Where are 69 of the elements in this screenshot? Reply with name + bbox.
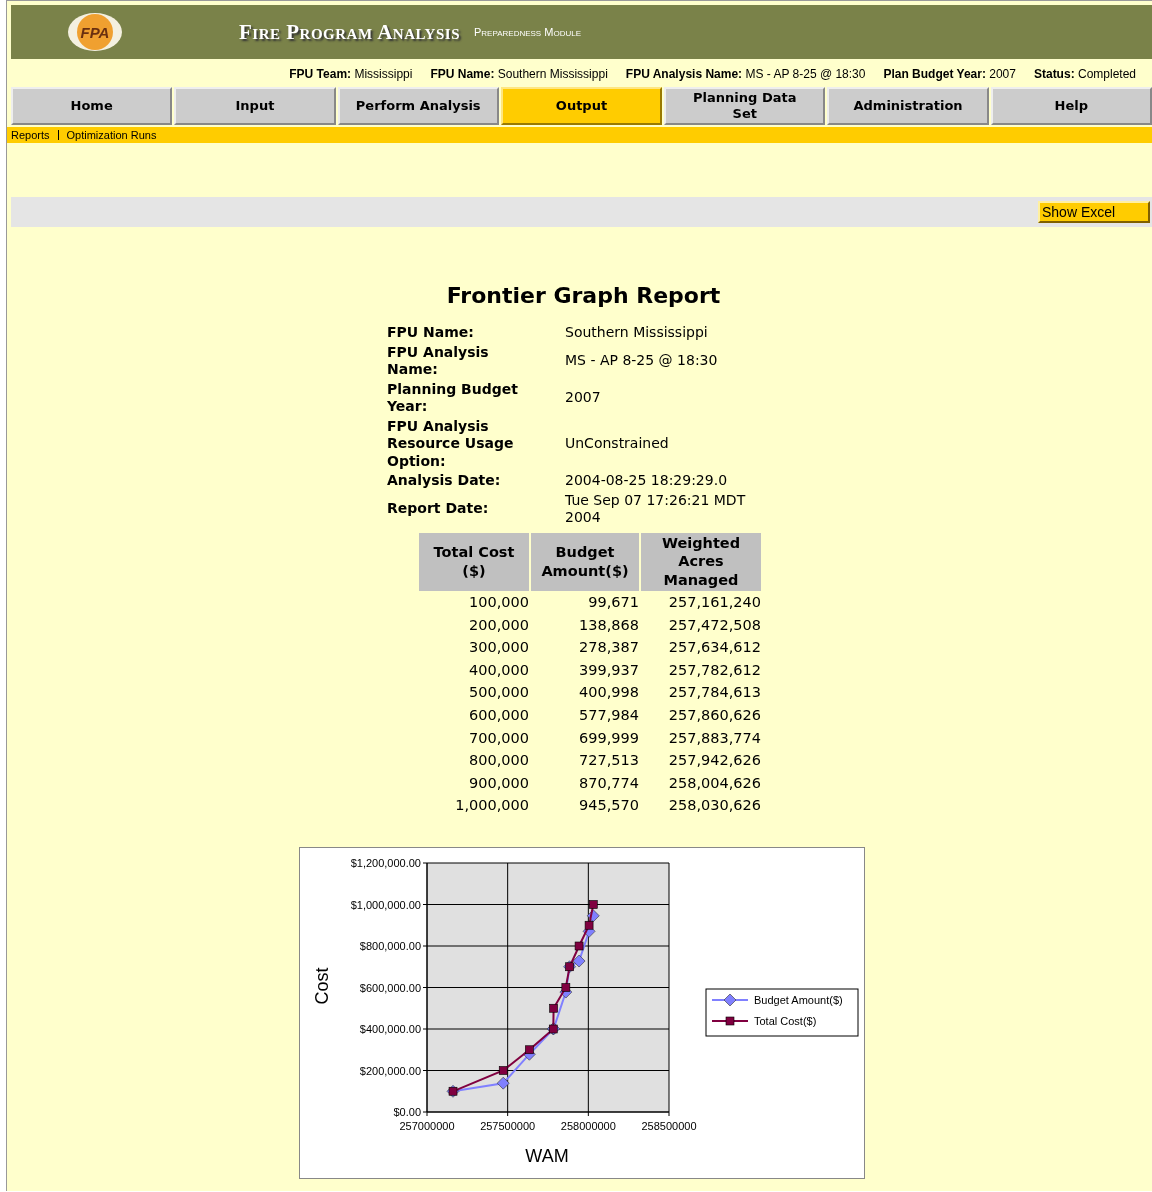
- y-tick-label: $400,000.00: [359, 1022, 421, 1035]
- x-tick-label: 257000000: [399, 1119, 455, 1132]
- detail-value: 2004-08-25 18:29:29.0: [565, 472, 729, 490]
- table-cell-text: 257,784,613: [667, 683, 761, 703]
- table-cell-text: 945,570: [578, 796, 639, 816]
- table-cell-text: 100,000: [468, 593, 529, 613]
- x-tick-label: 258500000: [641, 1119, 697, 1132]
- table-cell-text: 258,030,626: [667, 796, 761, 816]
- detail-label: FPU Analysis Name:: [387, 343, 490, 379]
- table-cell-text: 257,942,626: [667, 751, 761, 771]
- detail-label: Analysis Date:: [387, 472, 502, 490]
- table-cell-text: 700,000: [468, 728, 529, 748]
- info-field: Status: Completed: [1033, 67, 1136, 81]
- table-cell-text: 257,472,508: [667, 615, 761, 635]
- table-cell-text: 577,984: [578, 706, 639, 725]
- detail-label: Report Date:: [387, 500, 490, 518]
- detail-value: Southern Mississippi: [565, 324, 709, 342]
- detail-value: 2007: [565, 389, 602, 407]
- table-cell-text: 500,000: [468, 683, 529, 703]
- table-cell-text: 400,000: [468, 660, 529, 680]
- table-cell-text: 1,000,000: [454, 796, 529, 816]
- table-cell-text: 257,634,612: [667, 638, 761, 658]
- info-field: Plan Budget Year: 2007: [883, 67, 1016, 81]
- table-cell-text: 278,387: [578, 638, 639, 658]
- legend-label: Budget Amount($): [754, 993, 843, 1006]
- x-tick-label: 258000000: [560, 1119, 616, 1132]
- table-cell-text: 399,937: [578, 660, 639, 680]
- y-axis-title: Cost: [312, 967, 332, 1005]
- table-cell-text: 257,883,774: [667, 728, 761, 748]
- column-header: Weighted Acres Managed: [641, 532, 761, 592]
- table-cell-text: 138,868: [578, 615, 639, 635]
- x-tick-label: 257500000: [480, 1119, 536, 1132]
- table-cell-text: 257,860,626: [667, 706, 761, 725]
- table-cell-text: 900,000: [468, 773, 529, 793]
- detail-value: UnConstrained: [565, 435, 670, 453]
- table-cell-text: 727,513: [578, 751, 639, 771]
- y-tick-label: $800,000.00: [359, 939, 421, 952]
- detail-label: FPU Analysis Resource Usage Option:: [387, 417, 515, 470]
- info-field: FPU Name: Southern Mississippi: [430, 67, 608, 81]
- table-cell-text: 800,000: [468, 751, 529, 771]
- table-cell-text: 699,999: [578, 728, 639, 748]
- detail-label: FPU Name:: [387, 324, 475, 342]
- table-cell-text: 200,000: [468, 615, 529, 635]
- y-tick-label: $0.00: [393, 1105, 421, 1118]
- table-cell-text: 258,004,626: [667, 773, 761, 793]
- table-cell-text: 257,782,612: [667, 660, 761, 680]
- detail-value: MS - AP 8-25 @ 18:30: [565, 352, 719, 370]
- legend-label: Total Cost($): [754, 1014, 817, 1027]
- table-cell-text: 99,671: [587, 593, 639, 613]
- detail-label: Planning Budget Year:: [387, 380, 519, 416]
- table-cell-text: 257,161,240: [667, 593, 761, 613]
- info-field: FPU Team: Mississippi: [289, 67, 413, 81]
- app-title: Fire Program Analysis: [239, 19, 460, 45]
- table-cell-text: 400,998: [578, 683, 639, 703]
- column-header: Total Cost ($): [419, 532, 529, 592]
- column-header: Budget Amount($): [531, 532, 639, 592]
- y-tick-label: $1,000,000.00: [350, 898, 421, 911]
- table-cell-text: 600,000: [468, 706, 529, 725]
- y-tick-label: $200,000.00: [359, 1064, 421, 1077]
- logo-text: FPA: [80, 24, 110, 41]
- table-cell-text: 300,000: [468, 638, 529, 658]
- detail-value: Tue Sep 07 17:26:21 MDT 2004: [565, 491, 747, 527]
- report-title: Frontier Graph Report: [445, 283, 722, 308]
- info-field: FPU Analysis Name: MS - AP 8-25 @ 18:30: [625, 67, 866, 81]
- y-tick-label: $600,000.00: [359, 981, 421, 994]
- x-axis-title: WAM: [525, 1145, 569, 1166]
- module-subtitle: Preparedness Module: [474, 26, 581, 38]
- table-cell-text: 870,774: [578, 773, 639, 793]
- y-tick-label: $1,200,000.00: [350, 856, 421, 869]
